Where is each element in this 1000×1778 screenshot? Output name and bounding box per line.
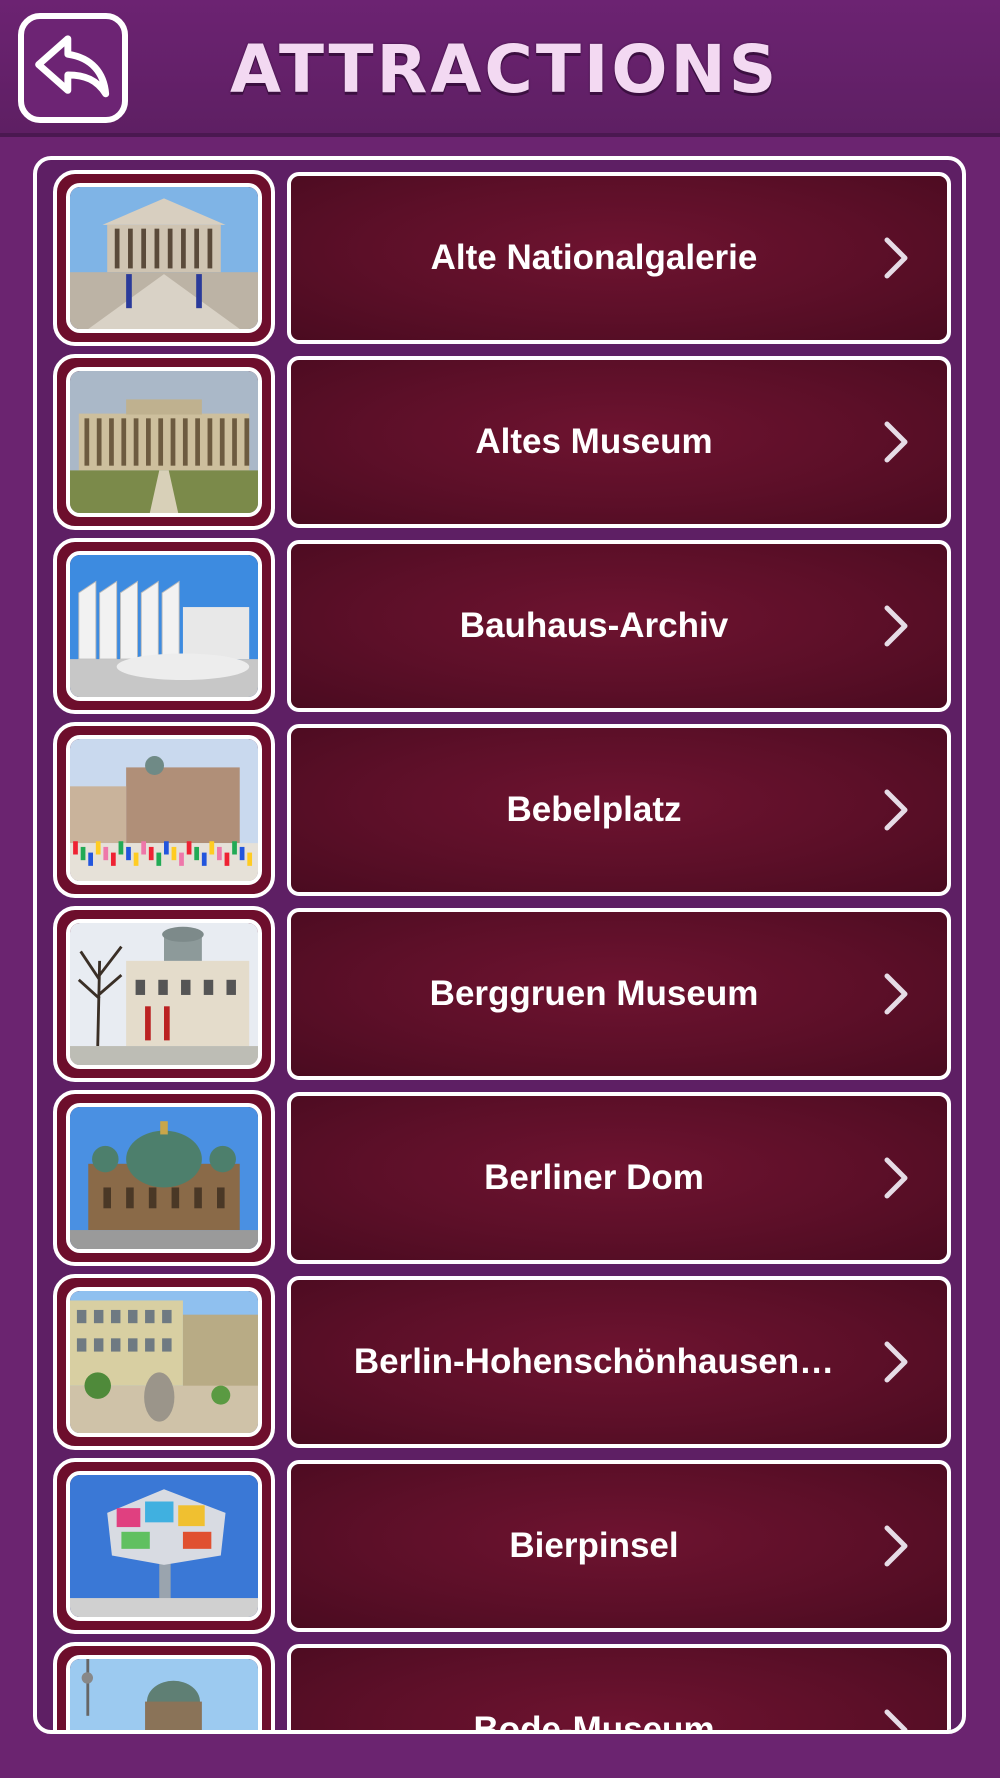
list-item[interactable]: Alte Nationalgalerie (37, 160, 962, 346)
attraction-button[interactable]: Bode-Museum (287, 1644, 951, 1734)
thumbnail-frame[interactable] (53, 906, 275, 1082)
chevron-right-icon (884, 605, 908, 647)
chevron-right-icon (884, 1709, 908, 1730)
list-item[interactable]: Altes Museum (37, 344, 962, 530)
chevron-right-icon (884, 1341, 908, 1383)
thumbnail-frame[interactable] (53, 1090, 275, 1266)
attraction-label: Alte Nationalgalerie (430, 238, 758, 277)
attraction-button[interactable]: Bauhaus-Archiv (287, 540, 951, 712)
attraction-label: Bode-Museum (473, 1710, 715, 1734)
chevron-right-icon (884, 1525, 908, 1567)
attraction-label: Bauhaus-Archiv (459, 606, 729, 645)
attraction-button[interactable]: Berliner Dom (287, 1092, 951, 1264)
thumbnail-frame[interactable] (53, 722, 275, 898)
attraction-button[interactable]: Alte Nationalgalerie (287, 172, 951, 344)
colonnade-museum-photo (66, 367, 262, 517)
thumbnail-frame[interactable] (53, 1642, 275, 1730)
list-item[interactable]: Bode-Museum (37, 1632, 962, 1734)
back-button[interactable] (18, 13, 128, 123)
list-item[interactable]: Bebelplatz (37, 712, 962, 898)
attraction-button[interactable]: Altes Museum (287, 356, 951, 528)
list-item[interactable]: Berliner Dom (37, 1080, 962, 1266)
attraction-button[interactable]: Bebelplatz (287, 724, 951, 896)
attractions-list-panel[interactable]: Alte Nationalgalerie Altes Museum Bauhaus-… (33, 156, 966, 1734)
chevron-right-icon (884, 1157, 908, 1199)
list-item[interactable]: Bauhaus-Archiv (37, 528, 962, 714)
thumbnail-frame[interactable] (53, 354, 275, 530)
attraction-button[interactable]: Berlin-Hohenschönhausen… (287, 1276, 951, 1448)
thumbnail-frame[interactable] (53, 1458, 275, 1634)
header-bar: ATTRACTIONS (0, 0, 1000, 137)
chevron-right-icon (884, 973, 908, 1015)
attraction-label: Bierpinsel (509, 1526, 679, 1565)
square-with-crowd-photo (66, 735, 262, 885)
attraction-button[interactable]: Berggruen Museum (287, 908, 951, 1080)
attraction-button[interactable]: Bierpinsel (287, 1460, 951, 1632)
chevron-right-icon (884, 789, 908, 831)
domed-building-photo (66, 919, 262, 1069)
list-item[interactable]: Bierpinsel (37, 1448, 962, 1634)
memorial-courtyard-photo (66, 1287, 262, 1437)
attraction-label: Altes Museum (475, 422, 713, 461)
page-title: ATTRACTIONS (230, 31, 780, 108)
cathedral-photo (66, 1103, 262, 1253)
list-item[interactable]: Berlin-Hohenschönhausen… (37, 1264, 962, 1450)
chevron-right-icon (884, 421, 908, 463)
thumbnail-frame[interactable] (53, 538, 275, 714)
list-item[interactable]: Berggruen Museum (37, 896, 962, 1082)
attraction-label: Berggruen Museum (429, 974, 759, 1013)
thumbnail-frame[interactable] (53, 1274, 275, 1450)
neoclassical-museum-photo (66, 183, 262, 333)
modern-white-building-photo (66, 551, 262, 701)
attraction-label: Bebelplatz (506, 790, 682, 829)
attraction-label: Berlin-Hohenschönhausen… (353, 1342, 835, 1381)
back-arrow-icon (35, 35, 110, 98)
attraction-label: Berliner Dom (484, 1158, 704, 1197)
colorful-tower-photo (66, 1471, 262, 1621)
dome-and-tv-tower-photo (66, 1655, 262, 1730)
chevron-right-icon (884, 237, 908, 279)
thumbnail-frame[interactable] (53, 170, 275, 346)
